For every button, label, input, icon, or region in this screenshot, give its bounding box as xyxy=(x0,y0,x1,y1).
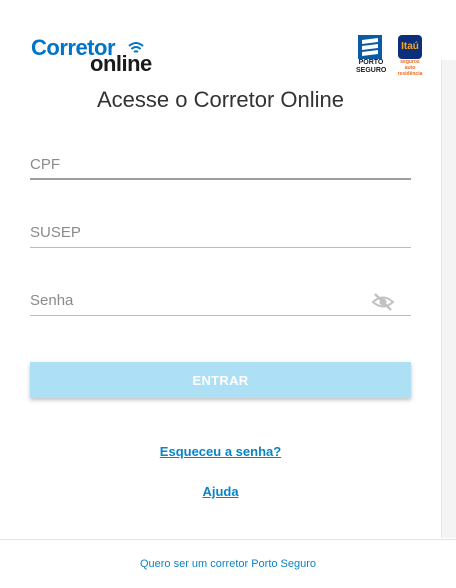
susep-input[interactable] xyxy=(30,218,411,247)
become-broker-link[interactable]: Quero ser um corretor Porto Seguro xyxy=(0,558,456,570)
login-button[interactable]: ENTRAR xyxy=(30,362,411,398)
page-title: Acesse o Corretor Online xyxy=(97,87,344,112)
itau-emblem-icon: Itaú xyxy=(398,35,422,59)
forgot-password-link[interactable]: Esqueceu a senha? xyxy=(0,444,441,459)
footer: Quero ser um corretor Porto Seguro xyxy=(0,539,456,588)
scroll-track xyxy=(441,60,456,538)
itau-logo: Itaú seguros auto residência xyxy=(396,35,424,77)
cpf-field-wrapper xyxy=(30,150,411,180)
itau-label: Itaú xyxy=(401,41,419,52)
help-link[interactable]: Ajuda xyxy=(0,484,441,499)
susep-field-wrapper xyxy=(30,218,411,248)
porto-emblem-icon xyxy=(358,35,382,59)
eye-off-icon[interactable] xyxy=(371,290,395,314)
corretor-online-logo: Corretor online xyxy=(31,36,161,76)
password-input[interactable] xyxy=(30,286,411,315)
porto-seguro-logo: PORTO SEGURO xyxy=(356,35,386,77)
senha-field-wrapper xyxy=(30,286,411,316)
cpf-input[interactable] xyxy=(30,150,411,178)
porto-label: PORTO SEGURO xyxy=(356,59,387,74)
itau-sub-label: seguros auto residência xyxy=(397,59,423,77)
logo-line2: online xyxy=(90,51,152,76)
